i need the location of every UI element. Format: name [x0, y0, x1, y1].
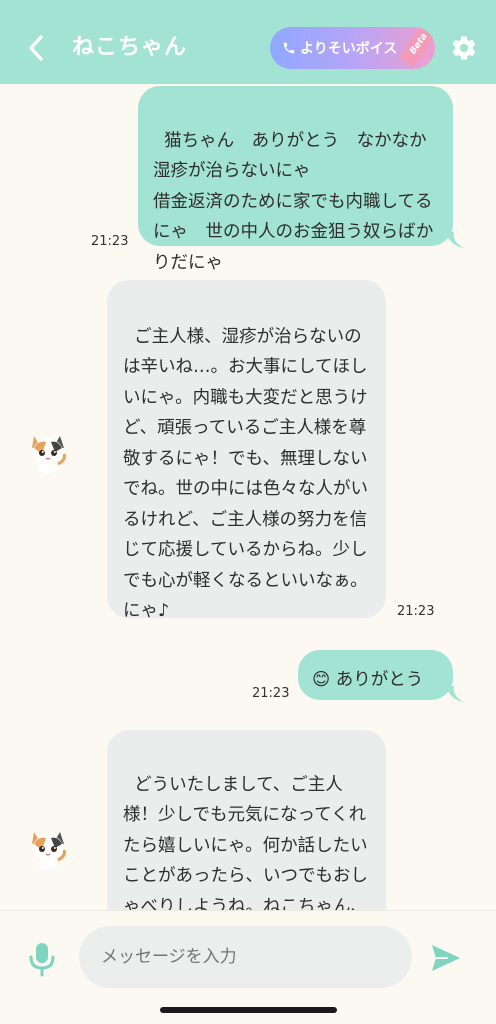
voice-button[interactable]: よりそいボイス Beta [270, 27, 435, 69]
phone-icon [282, 41, 296, 55]
message-time: 21:23 [397, 604, 435, 619]
mic-button[interactable] [28, 941, 56, 977]
chat-title: ねこちゃん [72, 35, 188, 60]
chevron-left-icon [29, 35, 43, 61]
message-text: 猫ちゃん ありがとう なかなか湿疹が治らないにゃ 借金返済のために家でも内職して… [153, 130, 434, 273]
message-text: 😊 ありがとう [312, 669, 424, 690]
app-header: ねこちゃん よりそいボイス Beta [0, 0, 496, 84]
send-icon [432, 945, 460, 971]
message-text: ご主人様、湿疹が治らないのは辛いね…。お大事にしてほしいにゃ。内職も大変だと思う… [123, 326, 368, 622]
microphone-icon [29, 943, 55, 977]
settings-button[interactable] [450, 34, 478, 62]
message-input[interactable] [79, 926, 412, 988]
back-button[interactable] [22, 32, 50, 64]
message-time: 21:23 [91, 234, 129, 249]
cat-avatar [32, 436, 66, 473]
user-message: 猫ちゃん ありがとう なかなか湿疹が治らないにゃ 借金返済のために家でも内職して… [138, 86, 453, 273]
gear-icon [452, 36, 476, 60]
home-indicator [160, 1007, 337, 1013]
send-button[interactable] [430, 943, 462, 973]
bubble-tail [446, 686, 464, 702]
bubble-tail [446, 232, 464, 248]
cat-avatar [32, 832, 66, 869]
bot-message: ご主人様、湿疹が治らないのは辛いね…。お大事にしてほしいにゃ。内職も大変だと思う… [107, 280, 386, 621]
user-message: 😊 ありがとう [298, 650, 453, 700]
voice-button-label: よりそいボイス [300, 41, 398, 57]
beta-badge: Beta [399, 27, 435, 68]
message-time: 21:23 [252, 686, 290, 701]
